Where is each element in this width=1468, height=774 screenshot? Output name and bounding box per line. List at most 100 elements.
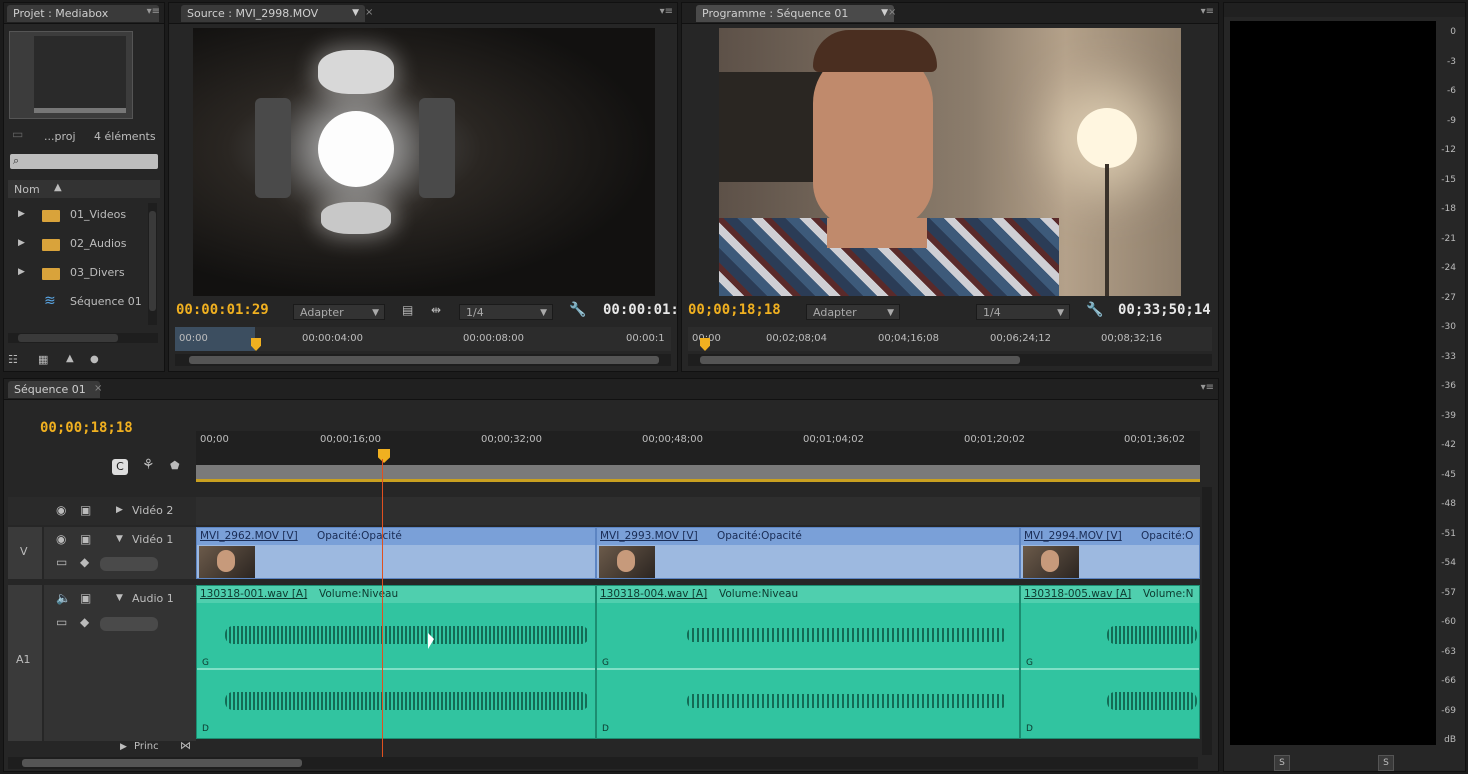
keyframe-icon[interactable]: ◆ xyxy=(80,615,89,629)
expand-arrow-icon[interactable]: ▶ xyxy=(18,238,25,248)
solo-left-button[interactable]: S xyxy=(1274,755,1290,771)
linked-selection-icon[interactable]: ⚘ xyxy=(142,457,155,473)
audio-clip-effect[interactable]: Volume:Niveau xyxy=(719,588,798,600)
playhead-line[interactable] xyxy=(382,459,383,757)
folder-icon xyxy=(42,239,60,251)
track-name-video2: Vidéo 2 xyxy=(132,504,174,517)
video-clip[interactable]: MVI_2994.MOV [V] Opacité:O xyxy=(1020,527,1200,579)
timeline-vertical-scrollbar[interactable] xyxy=(1202,487,1212,755)
timeline-horizontal-scrollbar[interactable] xyxy=(8,757,1198,769)
speaker-icon[interactable]: 🔈 xyxy=(56,591,71,605)
list-view-icon[interactable]: ☷ xyxy=(8,353,18,366)
chevron-down-icon[interactable]: ▼ xyxy=(352,5,359,22)
close-icon[interactable]: × xyxy=(888,7,896,18)
project-panel: Projet : Mediabox ▾≡ ▭ ...proj 4 élément… xyxy=(3,2,165,372)
timeline-panel: Séquence 01 × ▾≡ 00;00;18;18 C ⚘ ⬟ 00;00… xyxy=(3,378,1219,772)
audio-clip[interactable]: 130318-005.wav [A] Volume:N G D xyxy=(1020,585,1200,739)
project-search-input[interactable]: ⌕ xyxy=(10,154,158,169)
project-preview-thumbnail xyxy=(9,31,133,119)
eye-icon[interactable]: ◉ xyxy=(56,503,66,517)
film-icon[interactable]: ▣ xyxy=(80,591,91,605)
work-area-bar[interactable] xyxy=(196,465,1200,482)
video-clip-effect[interactable]: Opacité:Opacité xyxy=(317,530,402,542)
column-header-label: Nom xyxy=(14,183,40,196)
column-header-name[interactable]: Nom ▲ xyxy=(8,180,160,198)
source-fit-select[interactable]: Adapter ▼ xyxy=(293,304,385,320)
close-icon[interactable]: × xyxy=(365,7,373,18)
solo-right-button[interactable]: S xyxy=(1378,755,1394,771)
playhead-marker-icon[interactable] xyxy=(700,338,710,351)
project-vertical-scrollbar[interactable] xyxy=(148,203,157,325)
video-clip[interactable]: MVI_2962.MOV [V] Opacité:Opacité xyxy=(196,527,596,579)
playhead-marker-icon[interactable] xyxy=(378,449,390,463)
zoom-slider-icon[interactable]: ▲ xyxy=(66,353,74,364)
audio-clip[interactable]: 130318-001.wav [A] Volume:Niveau G D xyxy=(196,585,596,739)
source-resolution-select[interactable]: 1/4 ▼ xyxy=(459,304,553,320)
video-clip[interactable]: MVI_2993.MOV [V] Opacité:Opacité xyxy=(596,527,1020,579)
collapse-arrow-icon[interactable]: ▼ xyxy=(116,593,123,603)
source-zoom-scrollbar[interactable] xyxy=(175,354,671,366)
display-style-icon[interactable]: ▭ xyxy=(56,615,67,629)
icon-view-icon[interactable]: ▦ xyxy=(38,353,48,366)
film-icon[interactable]: ▣ xyxy=(80,503,91,517)
timeline-timecode[interactable]: 00;00;18;18 xyxy=(40,420,133,436)
audio-clip-effect[interactable]: Volume:Niveau xyxy=(319,588,398,600)
keyframe-navigator[interactable] xyxy=(100,557,158,571)
eye-icon[interactable]: ◉ xyxy=(56,532,66,546)
video-clip-effect[interactable]: Opacité:Opacité xyxy=(717,530,802,542)
go-to-end-icon[interactable]: ⋈ xyxy=(180,739,191,752)
panel-menu-icon[interactable]: ▾≡ xyxy=(147,6,160,17)
track-target-v[interactable]: V xyxy=(8,527,42,579)
program-resolution-select[interactable]: 1/4 ▼ xyxy=(976,304,1070,320)
timeline-time-ruler[interactable]: 00;00 00;00;16;00 00;00;32;00 00;00;48;0… xyxy=(196,431,1200,482)
list-item[interactable]: ▶ 03_Divers xyxy=(8,263,146,285)
close-icon[interactable]: × xyxy=(94,383,102,394)
audio-clip-effect[interactable]: Volume:N xyxy=(1143,588,1193,600)
expand-arrow-icon[interactable]: ▶ xyxy=(120,742,127,752)
track-target-a1[interactable]: A1 xyxy=(8,585,42,741)
tab-source[interactable]: Source : MVI_2998.MOV ▼ xyxy=(181,5,365,22)
panel-menu-icon[interactable]: ▾≡ xyxy=(1201,382,1214,393)
project-horizontal-scrollbar[interactable] xyxy=(8,333,158,343)
expand-arrow-icon[interactable]: ▶ xyxy=(116,505,123,515)
program-time-ruler[interactable]: 00;00 00;02;08;04 00;04;16;08 00;06;24;1… xyxy=(688,327,1212,351)
source-fit-value: Adapter xyxy=(300,306,344,319)
list-item[interactable]: ▶ 01_Videos xyxy=(8,205,146,227)
waveform-left xyxy=(687,628,1007,642)
zoom-dot-icon[interactable]: ● xyxy=(90,354,99,365)
expand-arrow-icon[interactable]: ▶ xyxy=(18,209,25,219)
tab-program[interactable]: Programme : Séquence 01 ▼ xyxy=(696,5,894,22)
track-video1[interactable]: MVI_2962.MOV [V] Opacité:Opacité MVI_299… xyxy=(196,527,1200,579)
tab-project[interactable]: Projet : Mediabox xyxy=(7,5,159,22)
source-time-ruler[interactable]: 00:00 00:00:04:00 00:00:08:00 00:00:1 xyxy=(175,327,671,351)
track-header-master: ▶ Princ ⋈ xyxy=(8,739,196,755)
video-clip-effect[interactable]: Opacité:O xyxy=(1141,530,1193,542)
program-fit-select[interactable]: Adapter ▼ xyxy=(806,304,900,320)
collapse-arrow-icon[interactable]: ▼ xyxy=(116,534,123,544)
wrench-icon[interactable]: 🔧 xyxy=(569,302,586,318)
source-timecode[interactable]: 00:00:01:29 xyxy=(176,302,269,318)
panel-menu-icon[interactable]: ▾≡ xyxy=(1201,6,1214,17)
keyframe-icon[interactable]: ◆ xyxy=(80,555,89,569)
clip-icon[interactable]: ▤ xyxy=(402,303,413,317)
trim-icon[interactable]: ⇹ xyxy=(431,303,441,317)
film-icon[interactable]: ▣ xyxy=(80,532,91,546)
panel-menu-icon[interactable]: ▾≡ xyxy=(660,6,673,17)
add-marker-icon[interactable]: ⬟ xyxy=(170,459,180,472)
list-item[interactable]: ▶ 02_Audios xyxy=(8,234,146,256)
program-zoom-scrollbar[interactable] xyxy=(688,354,1212,366)
meter-tick: -39 xyxy=(1441,411,1456,421)
program-timecode[interactable]: 00;00;18;18 xyxy=(688,302,781,318)
keyframe-navigator[interactable] xyxy=(100,617,158,631)
audio-clip[interactable]: 130318-004.wav [A] Volume:Niveau G D xyxy=(596,585,1020,739)
chevron-down-icon[interactable]: ▼ xyxy=(881,5,888,22)
expand-arrow-icon[interactable]: ▶ xyxy=(18,267,25,277)
tab-sequence[interactable]: Séquence 01 xyxy=(8,381,100,398)
display-style-icon[interactable]: ▭ xyxy=(56,555,67,569)
track-audio1[interactable]: 130318-001.wav [A] Volume:Niveau G D 130… xyxy=(196,585,1200,739)
snap-icon[interactable]: C xyxy=(112,459,128,475)
wrench-icon[interactable]: 🔧 xyxy=(1086,302,1103,318)
list-item[interactable]: ≋ Séquence 01 xyxy=(8,292,146,314)
track-video2[interactable] xyxy=(196,497,1200,525)
timeline-ruler-label: 00;00;48;00 xyxy=(642,434,704,445)
